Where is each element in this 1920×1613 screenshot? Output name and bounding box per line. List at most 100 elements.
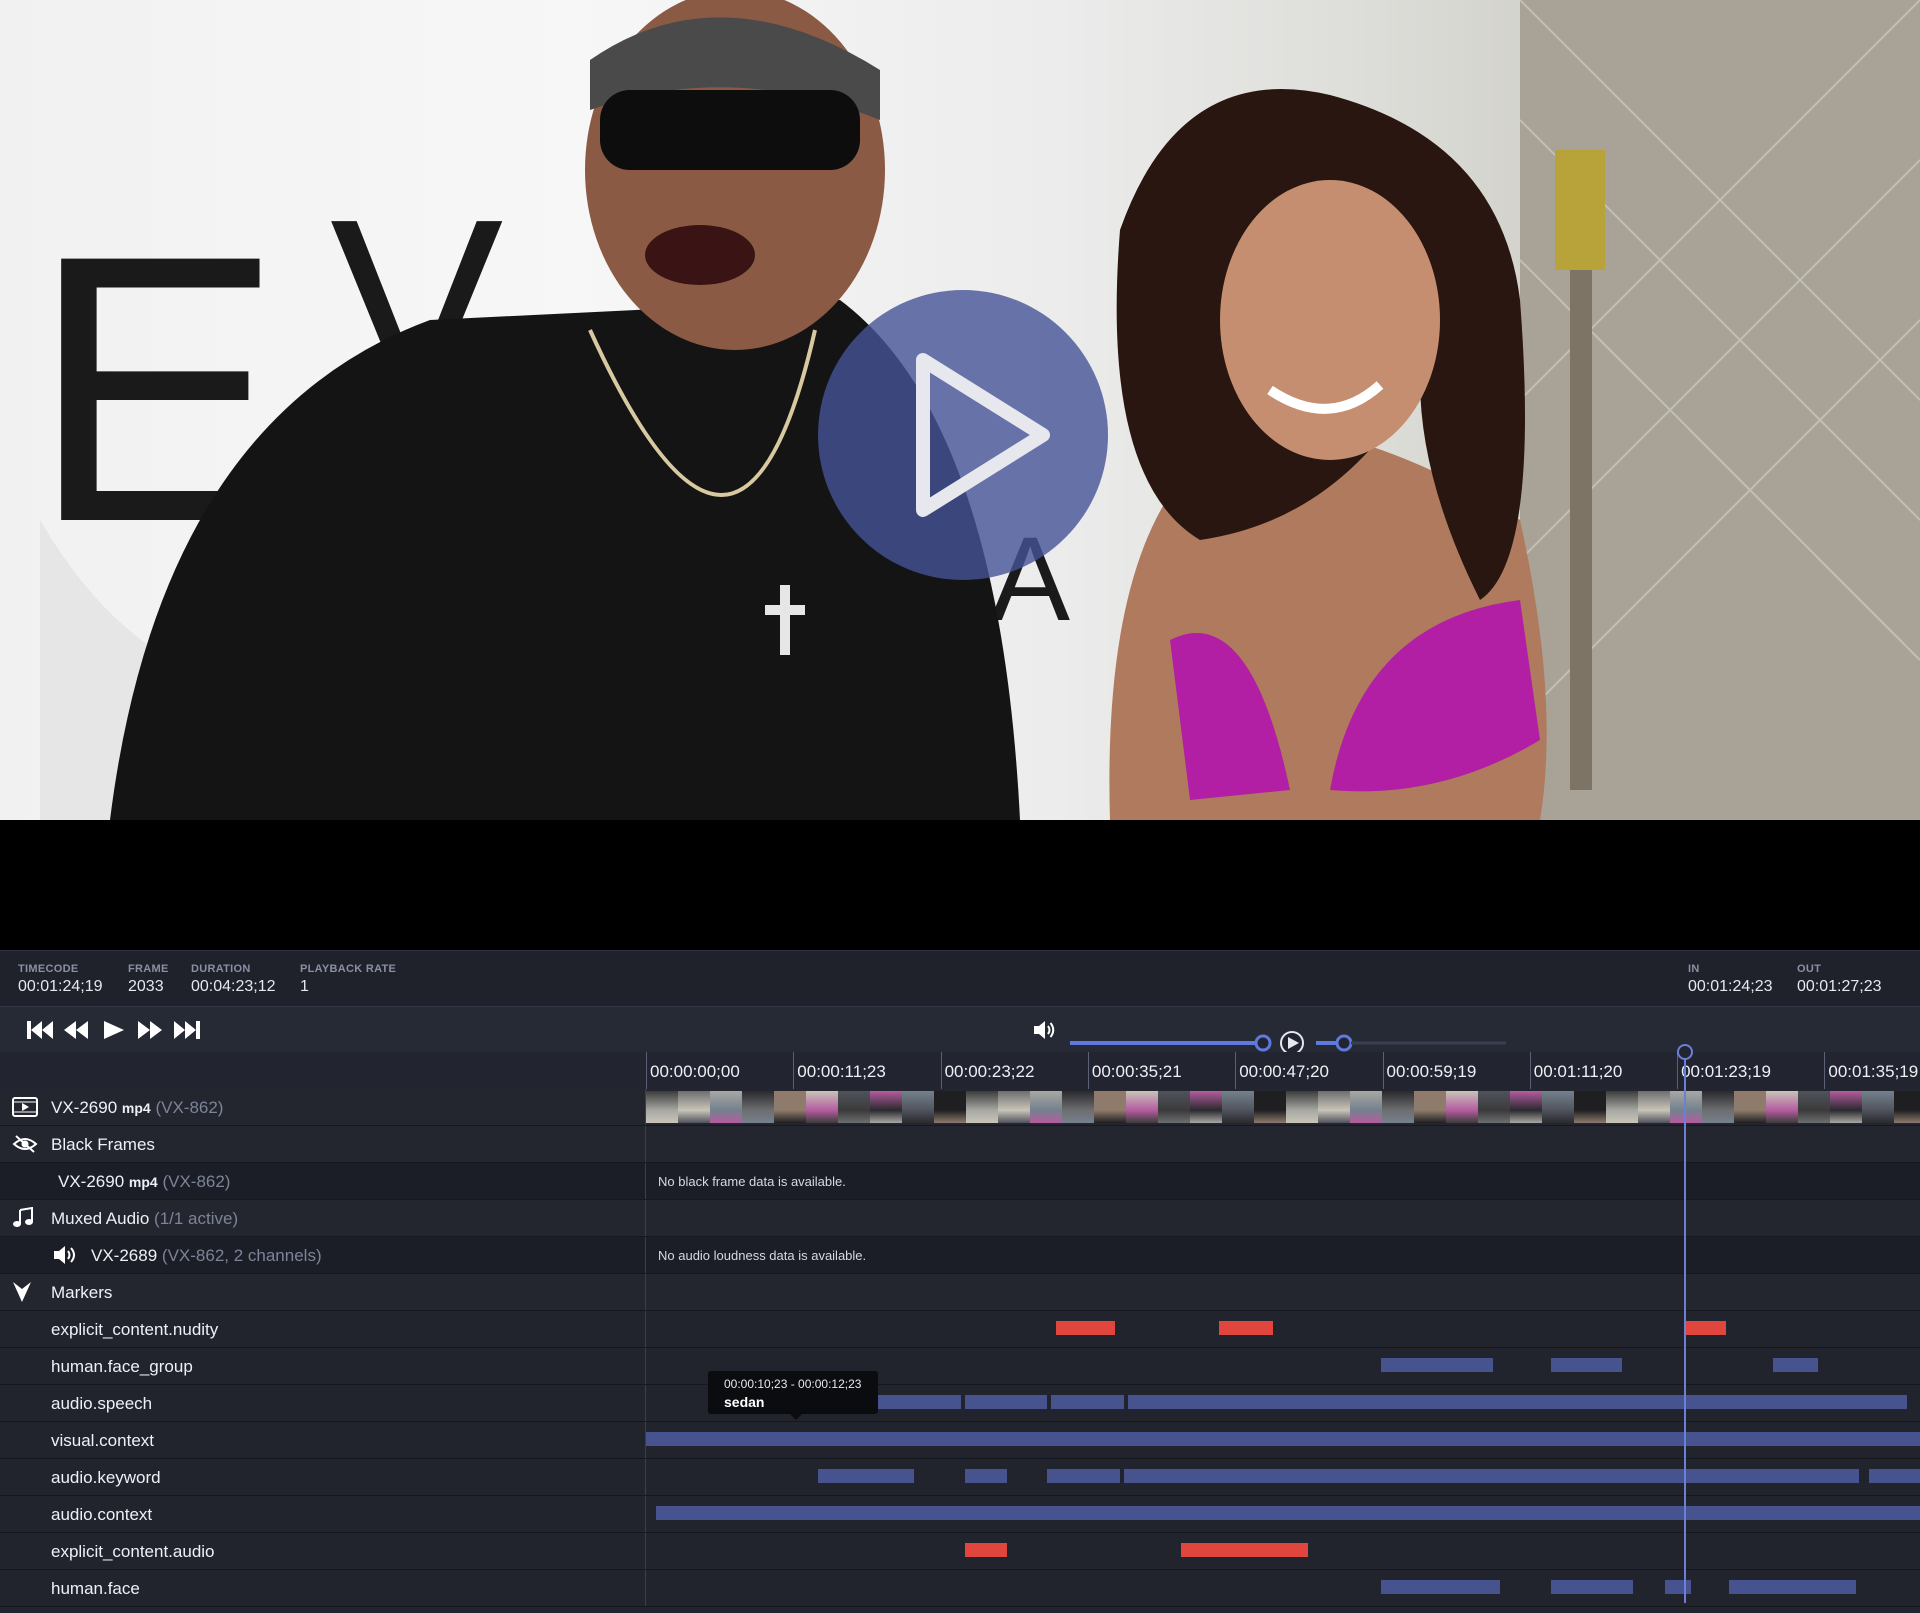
marker-segment[interactable] [964, 1543, 1007, 1557]
skip-to-end-button[interactable] [173, 1020, 201, 1040]
video-thumbnail [1318, 1091, 1350, 1123]
marker-row-human-face-group[interactable]: human.face_group [0, 1348, 1920, 1385]
ruler-tick-label: 00:00:47;20 [1239, 1062, 1329, 1081]
marker-segment[interactable] [1773, 1358, 1819, 1372]
marker-segment[interactable] [1550, 1358, 1622, 1372]
black-frames-empty-message: No black frame data is available. [658, 1174, 846, 1189]
marker-segment[interactable] [817, 1469, 914, 1483]
marker-segment[interactable] [1181, 1543, 1309, 1557]
in-value: 00:01:24;23 [1688, 978, 1773, 995]
marker-segment[interactable] [1869, 1469, 1920, 1483]
skip-to-start-button[interactable] [26, 1020, 54, 1040]
video-thumbnail [646, 1091, 678, 1123]
rewind-button[interactable] [62, 1020, 90, 1040]
marker-row-human-face[interactable]: human.face [0, 1570, 1920, 1607]
black-frames-format: mp4 [128, 1174, 158, 1190]
marker-row-explicit-content-nudity[interactable]: explicit_content.nudity [0, 1311, 1920, 1348]
marker-segment[interactable] [1123, 1469, 1859, 1483]
video-thumbnail [1638, 1091, 1670, 1123]
ruler-tick-label: 00:01:11;20 [1533, 1062, 1623, 1081]
video-thumbnail [710, 1091, 742, 1123]
fast-forward-button[interactable] [136, 1020, 164, 1040]
marker-segment[interactable] [1665, 1580, 1691, 1594]
marker-segment[interactable] [1381, 1358, 1494, 1372]
timeline-ruler[interactable]: 00:00:00;00 00:00:11;23 00:00:23;22 00:00:3… [0, 1052, 1920, 1090]
video-thumbnail-strip[interactable] [646, 1089, 1920, 1125]
ruler-tick: 00:00:59;19 [1382, 1052, 1476, 1089]
video-track-label: VX-2690 mp4 (VX-862) [0, 1089, 646, 1125]
ruler-tick: 00:01:11;20 [1529, 1052, 1622, 1089]
marker-row-label: explicit_content.audio [0, 1533, 646, 1569]
video-thumbnail [1094, 1091, 1126, 1123]
volume-button[interactable] [1032, 1019, 1056, 1041]
playhead-line[interactable] [1684, 1045, 1686, 1603]
tooltip-label: sedan [724, 1394, 765, 1410]
marker-segment[interactable] [656, 1506, 1920, 1520]
ruler-tick: 00:00:00;00 [646, 1052, 740, 1089]
playback-rate-label: PLAYBACK RATE [300, 963, 397, 975]
video-frame[interactable]: E V A [0, 0, 1920, 820]
markers-label: Markers [0, 1274, 646, 1310]
thumbnail-strip [646, 1091, 1920, 1123]
marker-row-label: explicit_content.nudity [0, 1311, 646, 1347]
video-player[interactable]: E V A [0, 0, 1920, 950]
video-thumbnail [1510, 1091, 1542, 1123]
marker-segment[interactable] [1085, 1321, 1115, 1335]
marker-segment[interactable] [1381, 1580, 1500, 1594]
video-thumbnail [1542, 1091, 1574, 1123]
ruler-tick-label: 00:01:23;19 [1681, 1062, 1771, 1081]
video-thumbnail [1222, 1091, 1254, 1123]
video-thumbnail [998, 1091, 1030, 1123]
play-overlay-button[interactable] [818, 290, 1108, 580]
marker-segment[interactable] [646, 1432, 1920, 1446]
black-frames-item-row[interactable]: VX-2690 mp4 (VX-862) No black frame data… [0, 1163, 1920, 1200]
video-thumbnail [678, 1091, 710, 1123]
marker-track[interactable] [646, 1422, 1920, 1458]
volume-slider-handle[interactable] [1254, 1034, 1272, 1052]
marker-segment[interactable] [964, 1395, 1048, 1409]
marker-segment[interactable] [1047, 1469, 1120, 1483]
video-thumbnail [902, 1091, 934, 1123]
markers-row[interactable]: Markers [0, 1274, 1920, 1311]
muxed-audio-active-count: (1/1 active) [154, 1209, 239, 1228]
marker-segment[interactable] [1550, 1580, 1634, 1594]
playhead-handle[interactable] [1677, 1044, 1693, 1060]
marker-row-audio-speech[interactable]: audio.speech [0, 1385, 1920, 1422]
rate-slider-handle[interactable] [1335, 1034, 1353, 1052]
video-thumbnail [1702, 1091, 1734, 1123]
marker-row-audio-keyword[interactable]: audio.keyword [0, 1459, 1920, 1496]
marker-track[interactable] [646, 1533, 1920, 1569]
marker-segment[interactable] [1051, 1395, 1124, 1409]
ruler-tick-label: 00:00:00;00 [650, 1062, 740, 1081]
marker-row-explicit-content-audio[interactable]: explicit_content.audio [0, 1533, 1920, 1570]
marker-name: human.face_group [51, 1357, 193, 1376]
marker-segment[interactable] [1219, 1321, 1273, 1335]
video-thumbnail [1446, 1091, 1478, 1123]
marker-row-label: visual.context [0, 1422, 646, 1458]
marker-row-audio-context[interactable]: audio.context [0, 1496, 1920, 1533]
marker-track[interactable] [646, 1496, 1920, 1532]
fast-forward-icon [138, 1021, 162, 1039]
marker-segment[interactable] [1127, 1395, 1908, 1409]
timecode-label: TIMECODE [18, 963, 79, 975]
black-frames-row[interactable]: Black Frames [0, 1126, 1920, 1163]
ruler-tick: 00:01:35;19 [1824, 1052, 1918, 1089]
audio-asset-id: VX-2689 [91, 1246, 158, 1265]
play-button[interactable] [100, 1020, 128, 1040]
video-thumbnail [1286, 1091, 1318, 1123]
duration-label: DURATION [191, 963, 251, 975]
marker-segment[interactable] [1684, 1321, 1727, 1335]
marker-segment[interactable] [964, 1469, 1007, 1483]
audio-item-row[interactable]: VX-2689 (VX-862, 2 channels) No audio lo… [0, 1237, 1920, 1274]
marker-track[interactable] [646, 1459, 1920, 1495]
marker-row-visual-context[interactable]: visual.context [0, 1422, 1920, 1459]
black-frames-item-label: VX-2690 mp4 (VX-862) [0, 1163, 646, 1199]
marker-segment[interactable] [1728, 1580, 1857, 1594]
marker-track[interactable] [646, 1570, 1920, 1606]
video-track-row[interactable]: VX-2690 mp4 (VX-862) [0, 1089, 1920, 1126]
marker-segment[interactable] [1056, 1321, 1086, 1335]
speaker-icon [54, 1246, 75, 1264]
muxed-audio-row[interactable]: Muxed Audio (1/1 active) [0, 1200, 1920, 1237]
marker-track[interactable] [646, 1311, 1920, 1347]
video-thumbnail [1158, 1091, 1190, 1123]
